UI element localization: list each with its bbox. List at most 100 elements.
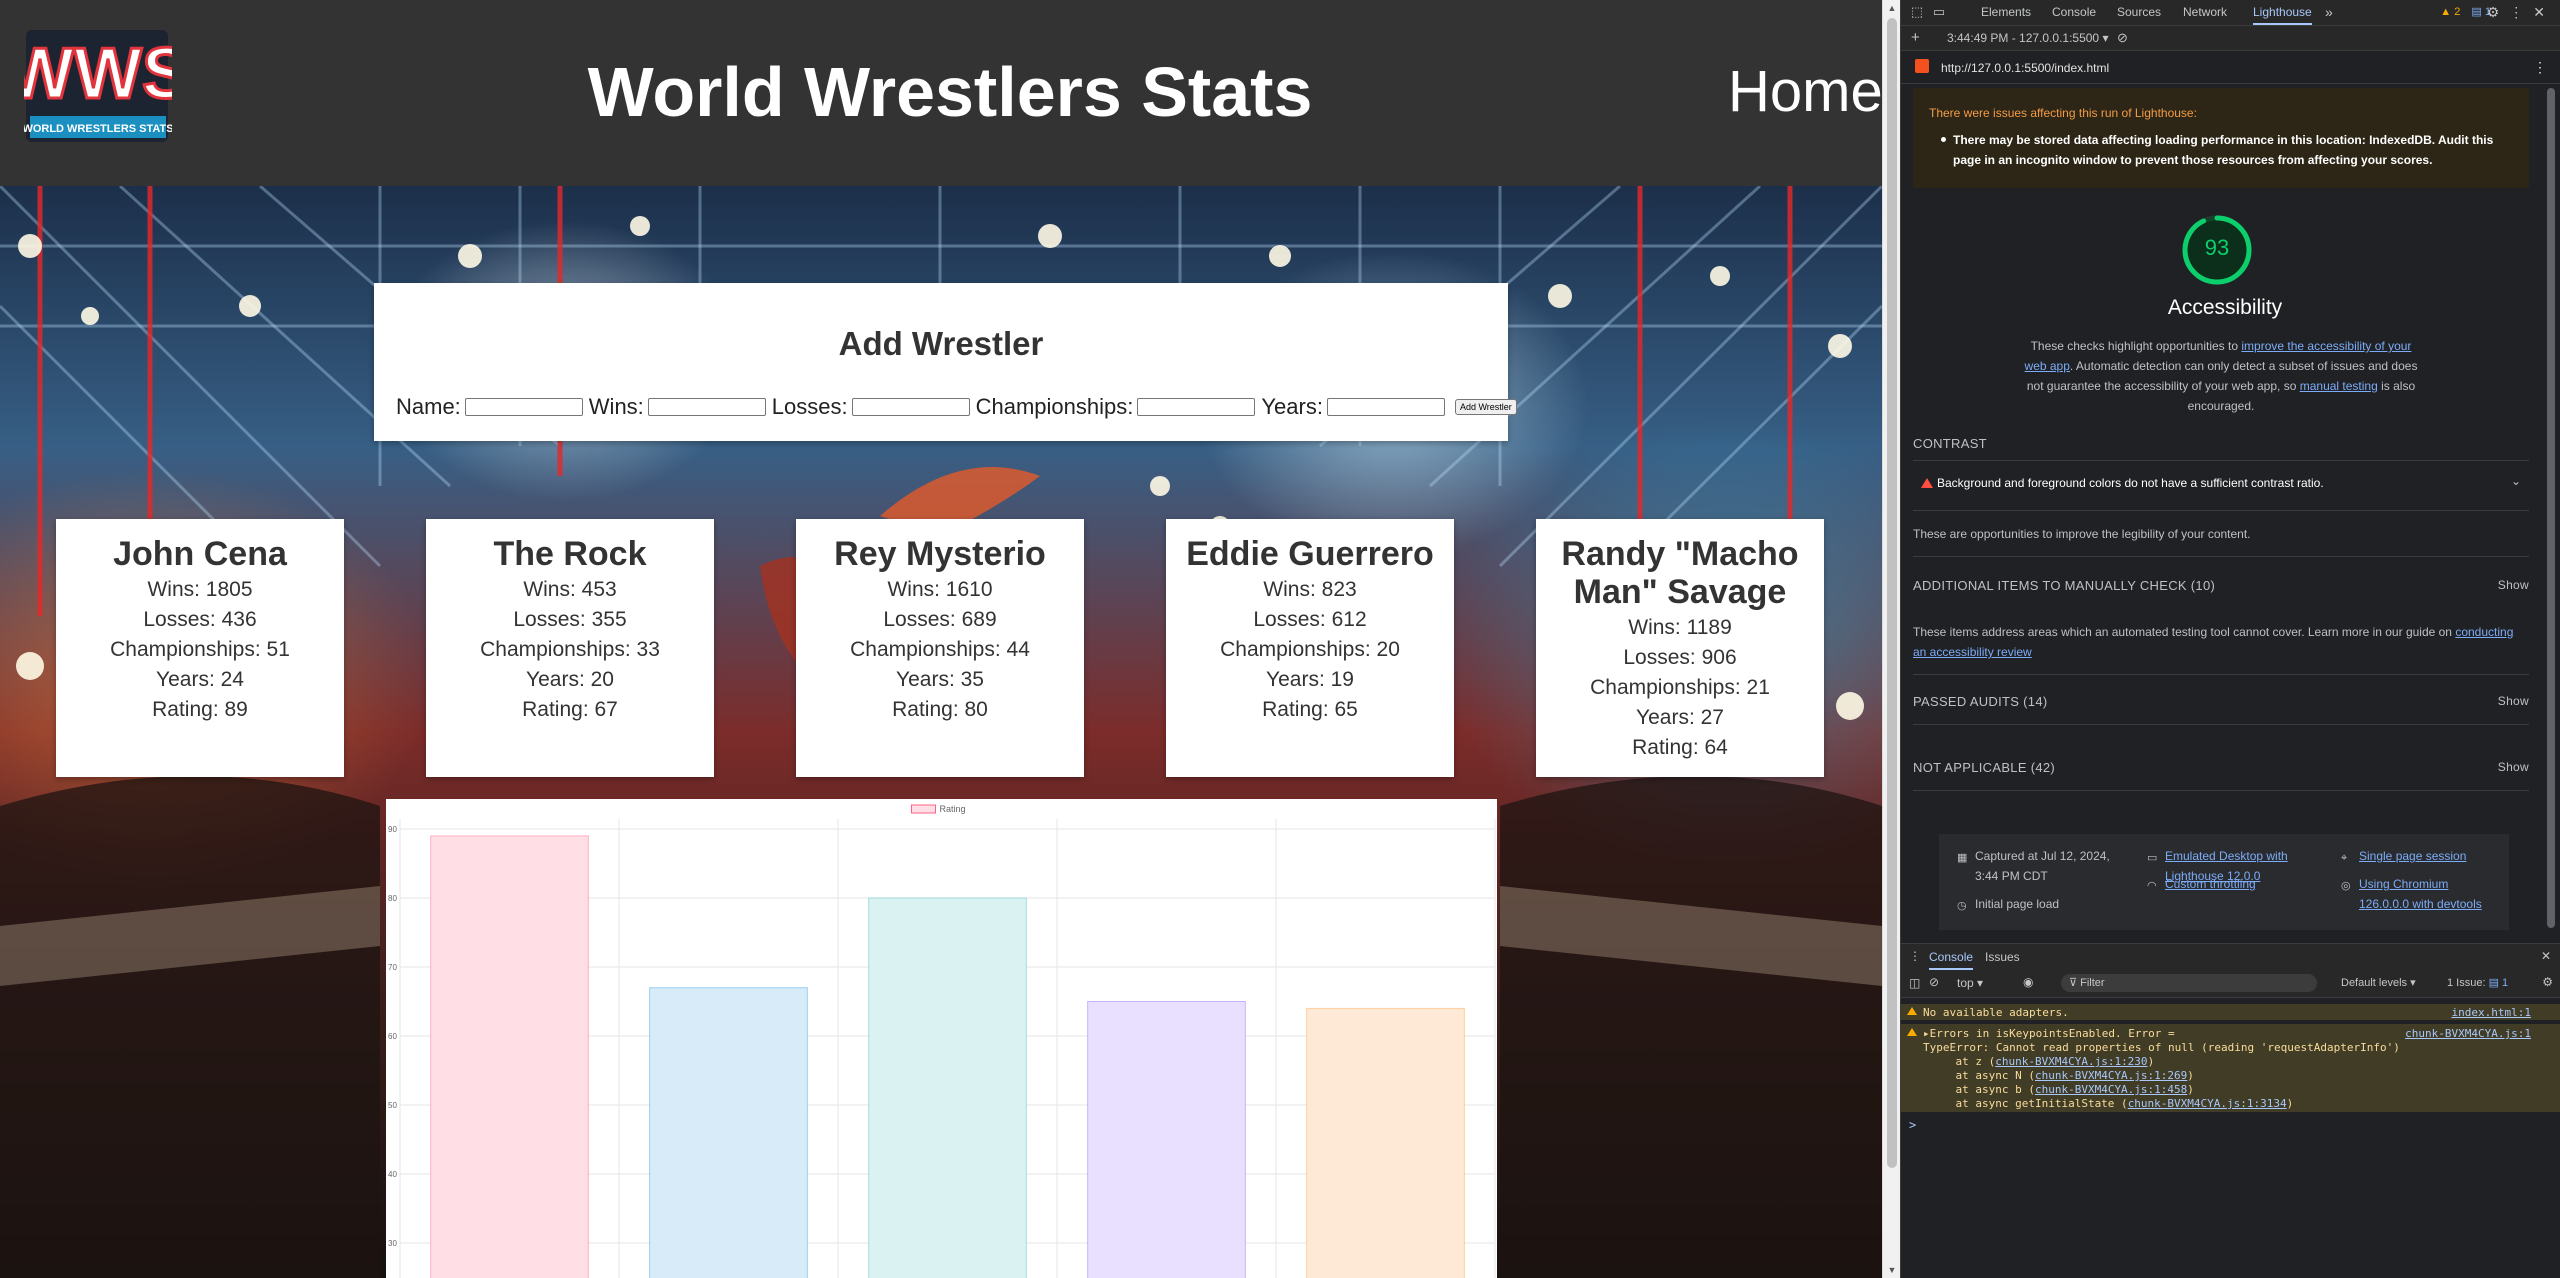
- message-source-link[interactable]: index.html:1: [2452, 1006, 2531, 1019]
- not-applicable-heading[interactable]: NOT APPLICABLE (42) Show: [1913, 760, 2529, 775]
- tab-sources[interactable]: Sources: [2117, 0, 2161, 25]
- passed-audits-heading[interactable]: PASSED AUDITS (14) Show: [1913, 694, 2529, 709]
- losses-input[interactable]: [851, 398, 970, 416]
- clear-console-icon[interactable]: ⊘: [1929, 975, 1939, 989]
- y-tick-label: 80: [388, 894, 397, 903]
- wrestler-losses: Losses: 906: [1623, 646, 1737, 669]
- tab-elements[interactable]: Elements: [1981, 0, 2031, 25]
- report-menu-icon[interactable]: ⋮: [2533, 59, 2547, 76]
- stack-frame-link[interactable]: chunk-BVXM4CYA.js:1:230: [1995, 1055, 2147, 1068]
- tab-lighthouse[interactable]: Lighthouse: [2253, 0, 2312, 25]
- lighthouse-report: There were issues affecting this run of …: [1905, 84, 2545, 940]
- report-selector[interactable]: 3:44:49 PM - 127.0.0.1:5500 ▾: [1947, 31, 2108, 45]
- throttling-link[interactable]: Custom throttling: [2165, 877, 2256, 891]
- bullet-icon: [1941, 137, 1946, 142]
- report-scrollbar-thumb[interactable]: [2547, 88, 2555, 928]
- new-report-plus-icon[interactable]: +: [1911, 29, 1920, 46]
- log-levels-dropdown[interactable]: Default levels ▾: [2341, 976, 2416, 989]
- close-drawer-icon[interactable]: ✕: [2541, 949, 2551, 963]
- wrestler-wins: Wins: 1610: [887, 578, 993, 601]
- form-fields-row: Name: Wins: Losses: Championships: Years…: [396, 393, 1517, 421]
- drawer-menu-icon[interactable]: ⋮: [1909, 949, 1921, 963]
- warning-triangle-icon: [1907, 1028, 1917, 1036]
- nav-home-link[interactable]: Home: [1728, 60, 1882, 124]
- divider: [1913, 724, 2529, 725]
- wrestler-rating: Rating: 89: [152, 698, 248, 721]
- stack-frame: at async N (chunk-BVXM4CYA.js:1:269): [1929, 1069, 2194, 1082]
- years-label: Years:: [1261, 394, 1323, 419]
- chromium-icon: ◎: [2341, 880, 2351, 892]
- drawer-tab-console[interactable]: Console: [1929, 944, 1974, 970]
- chart-bar: [649, 987, 808, 1278]
- console-messages: No available adapters. index.html:1 ▸Err…: [1901, 998, 2560, 1278]
- wrestler-losses: Losses: 612: [1253, 608, 1367, 631]
- context-selector[interactable]: top ▾: [1957, 976, 1983, 990]
- wrestler-wins: Wins: 1189: [1628, 616, 1732, 639]
- issue-badges[interactable]: ▲ 2 ▤ 1: [2440, 0, 2491, 25]
- logo-subtext: WORLD WRESTLERS STATS: [24, 123, 172, 135]
- scroll-down-arrow-icon[interactable]: ▼: [1887, 1265, 1897, 1275]
- name-input[interactable]: [464, 398, 583, 416]
- single-session-link[interactable]: Single page session: [2359, 849, 2466, 863]
- wrestler-championships: Championships: 21: [1590, 676, 1770, 699]
- inspect-element-icon[interactable]: ⬚: [1909, 4, 1925, 20]
- contrast-audit-item[interactable]: Background and foreground colors do not …: [1913, 466, 2529, 506]
- report-url[interactable]: http://127.0.0.1:5500/index.html: [1941, 61, 2109, 75]
- stack-frame: at z (chunk-BVXM4CYA.js:1:230): [1929, 1055, 2155, 1068]
- show-passed-button[interactable]: Show: [2498, 694, 2529, 708]
- manual-checks-heading[interactable]: ADDITIONAL ITEMS TO MANUALLY CHECK (10) S…: [1913, 578, 2529, 593]
- years-input[interactable]: [1326, 398, 1445, 416]
- calendar-icon: ▦: [1957, 852, 1968, 864]
- report-scrollbar[interactable]: [2545, 84, 2557, 940]
- tab-network[interactable]: Network: [2183, 0, 2227, 25]
- show-manual-button[interactable]: Show: [2498, 578, 2529, 592]
- page-scrollbar[interactable]: ▲ ▼: [1882, 0, 1901, 1278]
- console-toolbar: ◫ ⊘ top ▾ ◉ ⊽ Filter Default levels ▾ 1 …: [1901, 970, 2560, 998]
- live-expression-eye-icon[interactable]: ◉: [2023, 975, 2033, 989]
- sidebar-toggle-icon[interactable]: ◫: [1909, 976, 1920, 990]
- chromium-link[interactable]: Using Chromium 126.0.0.0 with devtools: [2359, 877, 2482, 911]
- more-tabs-icon[interactable]: »: [2325, 0, 2333, 25]
- message-source-link[interactable]: chunk-BVXM4CYA.js:1: [2405, 1027, 2531, 1040]
- device-toolbar-icon[interactable]: ▭: [1931, 4, 1947, 20]
- wins-input[interactable]: [647, 398, 766, 416]
- stack-frame-link[interactable]: chunk-BVXM4CYA.js:1:458: [2035, 1083, 2187, 1096]
- stack-frame-link[interactable]: chunk-BVXM4CYA.js:1:269: [2035, 1069, 2187, 1082]
- warning-message-head: ▸Errors in isKeypointsEnabled. Error =: [1923, 1027, 2175, 1040]
- filter-placeholder: Filter: [2080, 977, 2105, 989]
- message-icon: ▤: [2471, 6, 2482, 18]
- console-warning-row[interactable]: No available adapters. index.html:1: [1901, 1004, 2560, 1020]
- wrestler-card: Rey Mysterio Wins: 1610 Losses: 689 Cham…: [796, 519, 1084, 777]
- manual-testing-link[interactable]: manual testing: [2300, 379, 2378, 393]
- scroll-up-arrow-icon[interactable]: ▲: [1887, 3, 1897, 13]
- divider: [1913, 460, 2529, 461]
- more-options-icon[interactable]: ⋮: [2509, 4, 2533, 20]
- chevron-down-icon[interactable]: ⌄: [2511, 474, 2521, 488]
- desktop-icon: ▭: [2147, 852, 2158, 864]
- console-settings-gear-icon[interactable]: ⚙: [2542, 975, 2553, 989]
- legend-label: Rating: [940, 804, 966, 814]
- clear-reports-icon[interactable]: ⊘: [2117, 30, 2128, 46]
- not-applicable-title: NOT APPLICABLE (42): [1913, 760, 2056, 775]
- page-scrollbar-thumb[interactable]: [1887, 18, 1897, 1168]
- web-page: WWS WORLD WRESTLERS STATS World Wrestler…: [0, 0, 1882, 1278]
- tab-console[interactable]: Console: [2052, 0, 2096, 25]
- manual-note-text: These items address areas which an autom…: [1913, 625, 2456, 639]
- drawer-tab-issues[interactable]: Issues: [1985, 944, 2020, 970]
- championships-input[interactable]: [1137, 398, 1256, 416]
- chart-bar: [868, 897, 1027, 1278]
- site-logo[interactable]: WWS WORLD WRESTLERS STATS: [5, 24, 191, 150]
- add-wrestler-button[interactable]: Add Wrestler: [1454, 399, 1517, 415]
- show-na-button[interactable]: Show: [2498, 760, 2529, 774]
- console-prompt[interactable]: >: [1909, 1118, 1916, 1132]
- close-devtools-icon[interactable]: ✕: [2533, 4, 2555, 20]
- losses-label: Losses:: [771, 394, 848, 419]
- stack-frame-link[interactable]: chunk-BVXM4CYA.js:1:3134: [2128, 1097, 2287, 1110]
- manual-checks-title: ADDITIONAL ITEMS TO MANUALLY CHECK (10): [1913, 578, 2216, 593]
- capture-time: ▦ Captured at Jul 12, 2024, 3:44 PM CDT: [1957, 846, 2125, 886]
- console-warning-row[interactable]: ▸Errors in isKeypointsEnabled. Error = c…: [1901, 1024, 2560, 1112]
- issues-counter[interactable]: 1 Issue: ▤ 1: [2447, 976, 2508, 989]
- devtools-panel: ⬚ ▭ Elements Console Sources Network Lig…: [1900, 0, 2560, 1278]
- console-filter-input[interactable]: ⊽ Filter: [2061, 974, 2317, 992]
- settings-gear-icon[interactable]: ⚙: [2487, 4, 2510, 20]
